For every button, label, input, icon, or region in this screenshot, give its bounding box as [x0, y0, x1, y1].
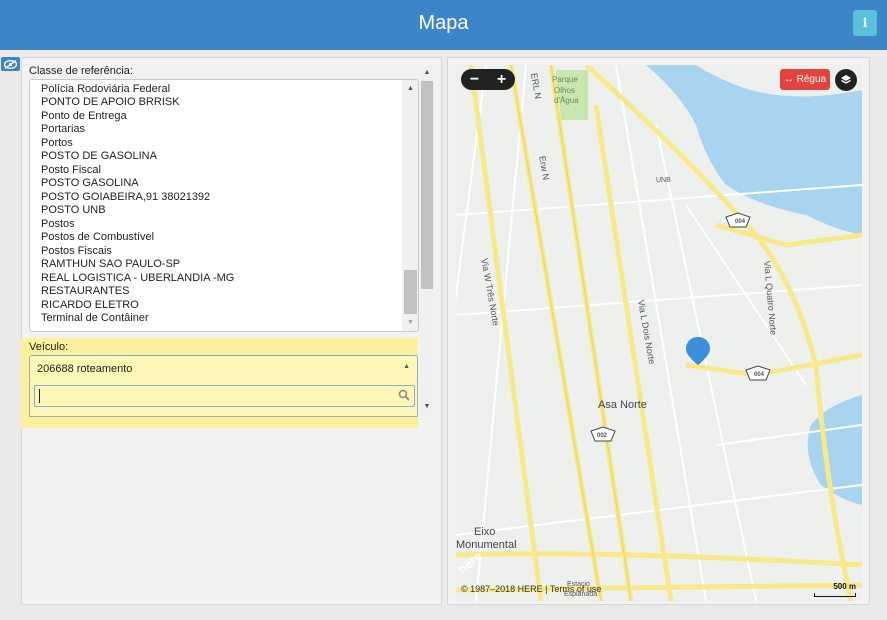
info-icon: i — [862, 16, 868, 30]
map-canvas[interactable] — [456, 65, 862, 601]
list-item[interactable]: Portos — [41, 137, 234, 151]
map-view[interactable]: 004 004 002 Asa Norte Eixo Monumental Pa… — [456, 65, 862, 601]
map-scale-label: 500 m — [833, 582, 856, 591]
panel-scrollbar[interactable]: ▲ ▼ — [420, 67, 434, 415]
list-item[interactable]: RESTAURANTES — [41, 285, 234, 299]
list-item[interactable]: Polícia Rodoviária Federal — [41, 83, 234, 97]
list-item[interactable]: REAL LOGISTICA - UBERLANDIA -MG — [41, 272, 234, 286]
panel-scroll-up-icon[interactable]: ▲ — [420, 67, 434, 79]
layers-button[interactable] — [835, 69, 857, 91]
map-label-002: 002 — [597, 433, 608, 439]
scroll-down-arrow-icon[interactable]: ▼ — [402, 316, 418, 330]
map-label-parque: Parque — [552, 75, 578, 84]
list-scrollbar[interactable]: ▲ ▼ — [402, 80, 418, 331]
map-label-eixo: Eixo — [474, 526, 496, 538]
zoom-control: − + — [461, 69, 515, 90]
list-item[interactable]: POSTO UNB — [41, 204, 234, 218]
map-scale: 500 m — [814, 582, 856, 597]
list-item[interactable]: RICARDO ELETRO — [41, 299, 234, 313]
map-attribution[interactable]: © 1987–2018 HERE | Terms of use — [461, 584, 601, 594]
ruler-button[interactable]: ↔ Régua — [780, 69, 830, 90]
list-item[interactable]: POSTO DE GASOLINA — [41, 150, 234, 164]
map-scale-bar — [814, 593, 856, 597]
list-item[interactable]: Ponto de Entrega — [41, 110, 234, 124]
map-label-olhos: Olhos — [554, 86, 575, 95]
reference-class-label: Classe de referência: — [29, 65, 133, 77]
list-item[interactable]: Posto Fiscal — [41, 164, 234, 178]
map-label-monumental: Monumental — [456, 539, 517, 551]
panel-scroll-thumb[interactable] — [421, 81, 433, 289]
vehicle-select[interactable]: 206688 roteamento ▲ — [29, 355, 418, 382]
panel-scroll-down-icon[interactable]: ▼ — [420, 401, 434, 413]
list-scroll-thumb[interactable] — [404, 270, 417, 314]
info-button[interactable]: i — [853, 10, 877, 36]
zoom-in-button[interactable]: + — [492, 70, 512, 90]
map-label-unb: UNB — [656, 177, 671, 184]
page-title: Mapa — [418, 12, 469, 34]
text-caret — [39, 389, 40, 403]
list-item[interactable]: POSTO GOIABEIRA,91 38021392 — [41, 191, 234, 205]
vehicle-select-value: 206688 roteamento — [37, 363, 133, 375]
map-label-dagua: d'Água — [554, 96, 579, 105]
list-item[interactable]: Terminal de Contâiner — [41, 312, 234, 326]
map-label-004-b: 004 — [754, 372, 765, 378]
reference-class-list[interactable]: Polícia Rodoviária EstadualPolícia Rodov… — [29, 79, 419, 332]
reference-items: Polícia Rodoviária EstadualPolícia Rodov… — [41, 80, 234, 326]
map-label-asa-norte: Asa Norte — [598, 399, 647, 411]
map-label-004: 004 — [735, 219, 746, 225]
eye-icon — [4, 59, 17, 69]
zoom-out-button[interactable]: − — [465, 70, 485, 90]
layers-icon — [841, 75, 851, 84]
app-header: Mapa i — [0, 0, 887, 50]
vehicle-dropdown — [29, 381, 418, 417]
list-item[interactable]: POSTO GASOLINA — [41, 177, 234, 191]
list-item[interactable]: RAMTHUN SAO PAULO-SP — [41, 258, 234, 272]
scroll-up-arrow-icon[interactable]: ▲ — [402, 82, 418, 96]
vehicle-label: Veículo: — [29, 341, 69, 353]
list-item[interactable]: PONTO DE APOIO BRRISK — [41, 96, 234, 110]
toggle-panel-button[interactable] — [1, 57, 20, 71]
list-item[interactable]: Postos de Combustível — [41, 231, 234, 245]
list-item[interactable]: Postos — [41, 218, 234, 232]
chevron-up-icon: ▲ — [403, 363, 410, 370]
search-icon — [398, 389, 410, 401]
vehicle-search-input[interactable] — [34, 385, 415, 407]
list-item[interactable]: Postos Fiscais — [41, 245, 234, 259]
list-item[interactable]: Portarias — [41, 123, 234, 137]
